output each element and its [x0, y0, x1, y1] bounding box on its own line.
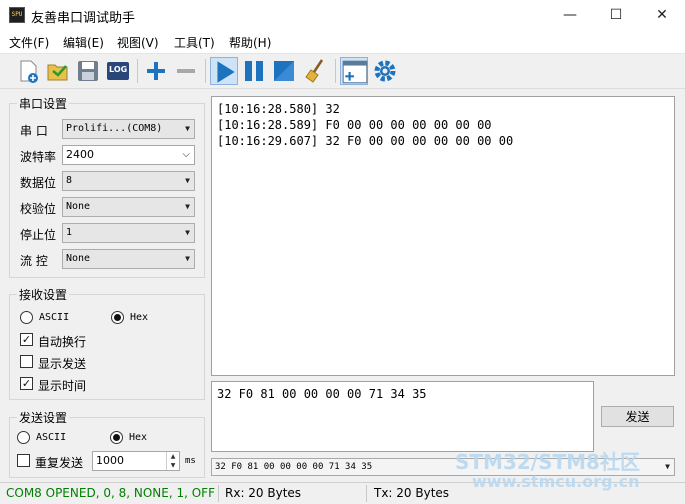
- add-icon[interactable]: [142, 57, 170, 85]
- settings-gear-icon[interactable]: [371, 57, 399, 85]
- watermark-title: STM32/STM8社区: [455, 450, 640, 474]
- databits-label: 数据位: [20, 176, 57, 190]
- window-title: 友善串口调试助手: [31, 11, 136, 26]
- baud-select[interactable]: 2400 ⌵: [62, 145, 195, 165]
- show-time-checkbox[interactable]: ✓: [20, 377, 33, 390]
- menu-edit[interactable]: 编辑(E): [63, 34, 104, 51]
- interval-value: 1000: [96, 454, 124, 467]
- flow-select[interactable]: None ▼: [62, 249, 195, 269]
- parity-label: 校验位: [20, 202, 57, 216]
- chevron-down-icon: ▼: [665, 462, 670, 471]
- chevron-down-icon: ⌵: [182, 149, 190, 160]
- baud-value: 2400: [66, 148, 94, 161]
- receive-line: [10:16:29.607] 32 F0 00 00 00 00 00 00 0…: [217, 134, 514, 148]
- send-ascii-radio[interactable]: [17, 431, 30, 444]
- close-button[interactable]: ✕: [639, 0, 685, 30]
- menu-bar: 文件(F) 编辑(E) 视图(V) 工具(T) 帮助(H): [0, 30, 685, 54]
- receive-hex-radio[interactable]: [111, 311, 124, 324]
- save-icon[interactable]: [74, 57, 102, 85]
- parity-value: None: [66, 201, 91, 212]
- receive-area[interactable]: [10:16:28.580] 32 [10:16:28.589] F0 00 0…: [211, 96, 675, 376]
- play-icon[interactable]: [210, 57, 238, 85]
- serial-settings-title: 串口设置: [17, 95, 70, 112]
- send-button[interactable]: 发送: [601, 406, 674, 427]
- clear-broom-icon[interactable]: [302, 57, 330, 85]
- stopbits-value: 1: [66, 227, 73, 238]
- baud-label: 波特率: [20, 150, 57, 164]
- toolbar: LOG: [0, 55, 685, 89]
- receive-hex-label: Hex: [130, 312, 149, 323]
- repeat-send-checkbox[interactable]: [17, 454, 30, 467]
- send-hex-label: Hex: [129, 432, 148, 443]
- show-time-label: 显示时间: [38, 379, 87, 393]
- auto-newline-checkbox[interactable]: ✓: [20, 333, 33, 346]
- port-select[interactable]: Prolifi...(COM8) ▼: [62, 119, 195, 139]
- maximize-button[interactable]: ☐: [593, 0, 639, 30]
- show-send-label: 显示发送: [38, 357, 87, 371]
- send-hex-radio[interactable]: [110, 431, 123, 444]
- title-bar: SPU 友善串口调试助手 — ☐ ✕: [0, 0, 685, 30]
- stopbits-select[interactable]: 1 ▼: [62, 223, 195, 243]
- port-status: COM8 OPENED, 0, 8, NONE, 1, OFF: [6, 486, 215, 500]
- parity-select[interactable]: None ▼: [62, 197, 195, 217]
- spin-down-icon[interactable]: ▼: [166, 461, 179, 470]
- flow-value: None: [66, 253, 91, 264]
- app-icon: SPU: [9, 7, 25, 23]
- stop-icon[interactable]: [270, 57, 298, 85]
- remove-icon[interactable]: [172, 57, 200, 85]
- status-separator: [366, 485, 367, 502]
- port-label: 串 口: [20, 124, 48, 138]
- interval-unit: ms: [185, 456, 196, 466]
- menu-tools[interactable]: 工具(T): [174, 34, 215, 51]
- menu-file[interactable]: 文件(F): [9, 34, 49, 51]
- new-file-icon[interactable]: [14, 57, 42, 85]
- receive-line: [10:16:28.589] F0 00 00 00 00 00 00 00: [217, 118, 492, 132]
- send-history-value: 32 F0 81 00 00 00 00 71 34 35: [215, 462, 373, 472]
- receive-line: [10:16:28.580] 32: [217, 102, 340, 116]
- chevron-down-icon: ▼: [185, 254, 190, 263]
- toolbar-separator: [137, 59, 138, 83]
- show-send-checkbox[interactable]: [20, 355, 33, 368]
- stopbits-label: 停止位: [20, 228, 57, 242]
- send-ascii-label: ASCII: [36, 432, 67, 443]
- interval-spinbox[interactable]: 1000 ▲ ▼: [92, 451, 180, 471]
- send-text: 32 F0 81 00 00 00 00 71 34 35: [217, 387, 427, 401]
- toolbar-separator: [205, 59, 206, 83]
- chevron-down-icon: ▼: [185, 202, 190, 211]
- layout-panel-icon[interactable]: [340, 57, 368, 85]
- chevron-down-icon: ▼: [185, 176, 190, 185]
- menu-view[interactable]: 视图(V): [117, 34, 159, 51]
- databits-select[interactable]: 8 ▼: [62, 171, 195, 191]
- port-value: Prolifi...(COM8): [66, 123, 163, 134]
- receive-settings-title: 接收设置: [17, 286, 70, 303]
- toolbar-separator: [335, 59, 336, 83]
- log-icon-label: LOG: [109, 65, 128, 74]
- open-folder-icon[interactable]: [44, 57, 72, 85]
- send-settings-title: 发送设置: [17, 409, 70, 426]
- send-input[interactable]: 32 F0 81 00 00 00 00 71 34 35: [211, 381, 594, 452]
- watermark-url: www.stmcu.org.cn: [472, 472, 640, 491]
- rx-count: Rx: 20 Bytes: [225, 486, 302, 500]
- chevron-down-icon: ▼: [185, 228, 190, 237]
- minimize-button[interactable]: —: [547, 0, 593, 30]
- flow-label: 流 控: [20, 254, 48, 268]
- menu-help[interactable]: 帮助(H): [229, 34, 271, 51]
- receive-ascii-label: ASCII: [39, 312, 70, 323]
- tx-count: Tx: 20 Bytes: [374, 486, 450, 500]
- pause-icon[interactable]: [240, 57, 268, 85]
- receive-ascii-radio[interactable]: [20, 311, 33, 324]
- auto-newline-label: 自动换行: [38, 335, 87, 349]
- log-icon[interactable]: LOG: [104, 57, 132, 85]
- databits-value: 8: [66, 175, 73, 186]
- chevron-down-icon: ▼: [185, 124, 190, 133]
- repeat-send-label: 重复发送: [35, 456, 84, 470]
- spin-up-icon[interactable]: ▲: [166, 452, 179, 461]
- status-separator: [218, 485, 219, 502]
